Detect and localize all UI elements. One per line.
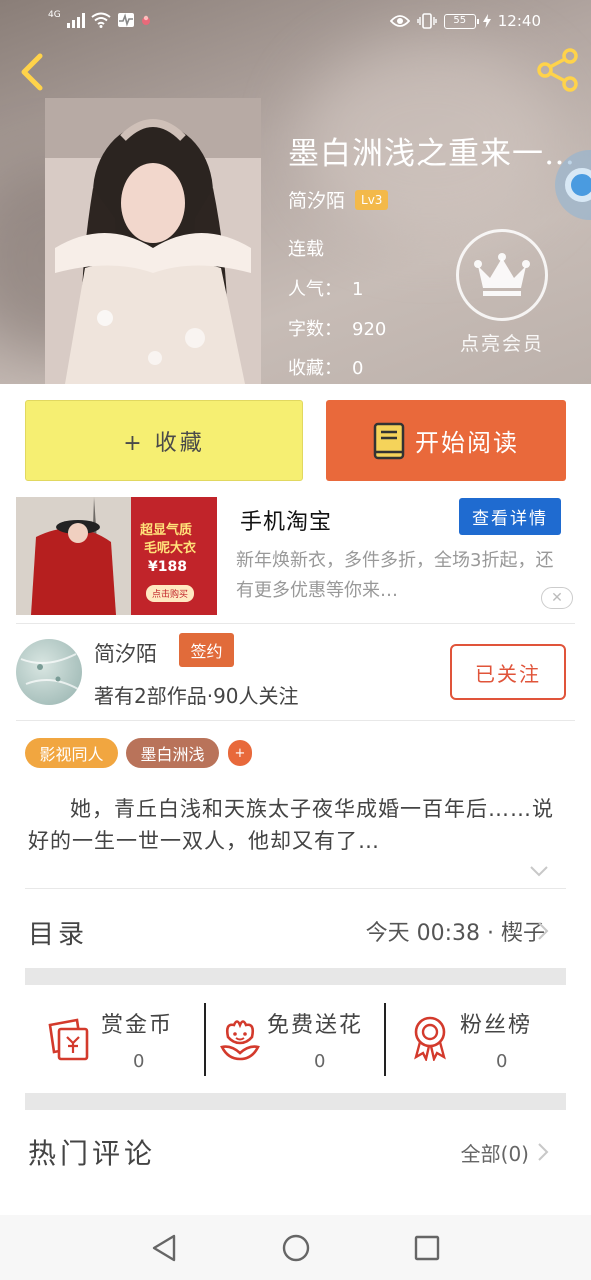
tag-fanfic[interactable]: 影视同人 xyxy=(25,738,118,768)
add-tag-button[interactable]: + xyxy=(228,740,252,766)
avatar-image xyxy=(20,653,79,690)
ad-image[interactable]: 超显气质 毛呢大衣 ¥188 点击购买 xyxy=(16,497,217,615)
chevron-down-icon[interactable] xyxy=(528,864,550,878)
book-author[interactable]: 简汐陌 xyxy=(288,186,345,213)
follow-button[interactable]: 已关注 xyxy=(450,644,566,700)
activity-icon xyxy=(117,13,134,27)
back-icon[interactable] xyxy=(14,50,50,94)
signed-badge: 签约 xyxy=(179,633,234,667)
hot-comments-label: 热门评论 xyxy=(28,1137,157,1170)
vibrate-icon xyxy=(417,13,437,29)
chevron-right-icon xyxy=(538,922,549,940)
network-type: 4G xyxy=(48,10,61,20)
word-count-row: 字数： 920 xyxy=(288,315,396,341)
stat-divider xyxy=(384,1003,386,1076)
crown-icon xyxy=(456,229,548,321)
eye-icon xyxy=(389,15,410,27)
reward-coins-button[interactable]: 赏金币 0 xyxy=(45,1005,195,1077)
book-icon xyxy=(373,422,405,459)
book-title: 墨白洲浅之重来一… xyxy=(288,136,576,172)
send-flower-label: 免费送花 xyxy=(267,1013,364,1038)
word-count-value: 920 xyxy=(352,319,387,340)
ad-image-price: ¥188 xyxy=(148,559,187,575)
ad-image-cta: 点击购买 xyxy=(146,585,195,602)
popularity-label: 人气： xyxy=(288,279,342,300)
book-cover[interactable] xyxy=(45,98,261,384)
fan-ranking-label: 粉丝榜 xyxy=(460,1013,533,1038)
medal-icon xyxy=(414,1016,446,1061)
battery-level: 55 xyxy=(453,14,467,26)
tag-character[interactable]: 墨白洲浅 xyxy=(126,738,219,768)
reward-coins-value: 0 xyxy=(133,1051,145,1072)
divider xyxy=(25,888,566,889)
book-synopsis[interactable]: 她，青丘白浅和天族太子夜华成婚一百年后……说好的一生一世一双人，他却又有了… xyxy=(28,793,558,857)
send-flower-value: 0 xyxy=(314,1051,326,1072)
stat-divider xyxy=(204,1003,206,1076)
divider xyxy=(16,720,575,721)
ad-details-button[interactable]: 查看详情 xyxy=(459,498,561,535)
ad-image-text-2: 毛呢大衣 xyxy=(144,541,197,556)
ad-description[interactable]: 新年焕新衣，多件多折，全场3折起，还有更多优惠等你来… xyxy=(236,546,556,606)
red-envelope-icon xyxy=(48,1018,89,1061)
ad-title[interactable]: 手机淘宝 xyxy=(240,504,332,536)
wifi-icon xyxy=(91,12,111,28)
favorites-row: 收藏： 0 xyxy=(288,354,373,380)
flower-icon xyxy=(220,1020,260,1061)
nav-recents-icon[interactable] xyxy=(413,1234,441,1262)
book-header: 4G 55 12:40 墨白洲浅之重来一… 简汐陌 Lv3 连载 人气： 1 字… xyxy=(0,0,591,384)
nav-back-icon[interactable] xyxy=(150,1233,178,1263)
section-divider xyxy=(25,968,566,985)
signal-icon xyxy=(66,12,85,28)
status-bar: 4G 55 12:40 xyxy=(0,0,591,46)
collect-button[interactable]: + 收藏 xyxy=(25,400,303,481)
share-icon[interactable] xyxy=(534,46,582,94)
notification-icon xyxy=(141,15,150,25)
vip-label: 点亮会员 xyxy=(459,333,544,355)
start-reading-label: 开始阅读 xyxy=(415,429,519,457)
fan-ranking-button[interactable]: 粉丝榜 0 xyxy=(410,1005,560,1077)
toc-label: 目录 xyxy=(28,920,89,950)
toc-latest-chapter: 今天 00:38 · 楔子 xyxy=(365,921,545,946)
battery-icon: 55 xyxy=(443,13,479,29)
vip-button[interactable]: 点亮会员 xyxy=(456,229,548,359)
start-reading-button[interactable]: 开始阅读 xyxy=(326,400,566,481)
favorites-label: 收藏： xyxy=(288,358,342,379)
avatar[interactable] xyxy=(16,639,82,705)
popularity-value: 1 xyxy=(352,279,364,300)
author-stats: 著有2部作品·90人关注 xyxy=(94,684,299,708)
chevron-right-icon xyxy=(538,1143,549,1161)
divider xyxy=(16,623,575,624)
level-badge: Lv3 xyxy=(355,189,389,210)
system-nav-bar xyxy=(0,1215,591,1280)
clock: 12:40 xyxy=(497,12,541,30)
book-author-row[interactable]: 简汐陌 Lv3 xyxy=(288,186,389,213)
send-flower-button[interactable]: 免费送花 0 xyxy=(217,1005,382,1077)
author-name[interactable]: 简汐陌 xyxy=(94,638,157,668)
fan-ranking-value: 0 xyxy=(496,1051,508,1072)
ad-image-text-1: 超显气质 xyxy=(140,523,193,538)
all-comments-link[interactable]: 全部(0) xyxy=(461,1138,529,1167)
book-status: 连载 xyxy=(288,239,324,260)
charging-icon xyxy=(482,14,491,28)
reward-coins-label: 赏金币 xyxy=(101,1013,174,1038)
section-divider xyxy=(25,1093,566,1110)
favorites-value: 0 xyxy=(352,358,364,379)
word-count-label: 字数： xyxy=(288,319,342,340)
popularity-row: 人气： 1 xyxy=(288,275,373,301)
ad-close-icon[interactable]: ✕ xyxy=(541,587,573,609)
cover-illustration xyxy=(45,98,261,384)
nav-home-icon[interactable] xyxy=(281,1233,311,1263)
